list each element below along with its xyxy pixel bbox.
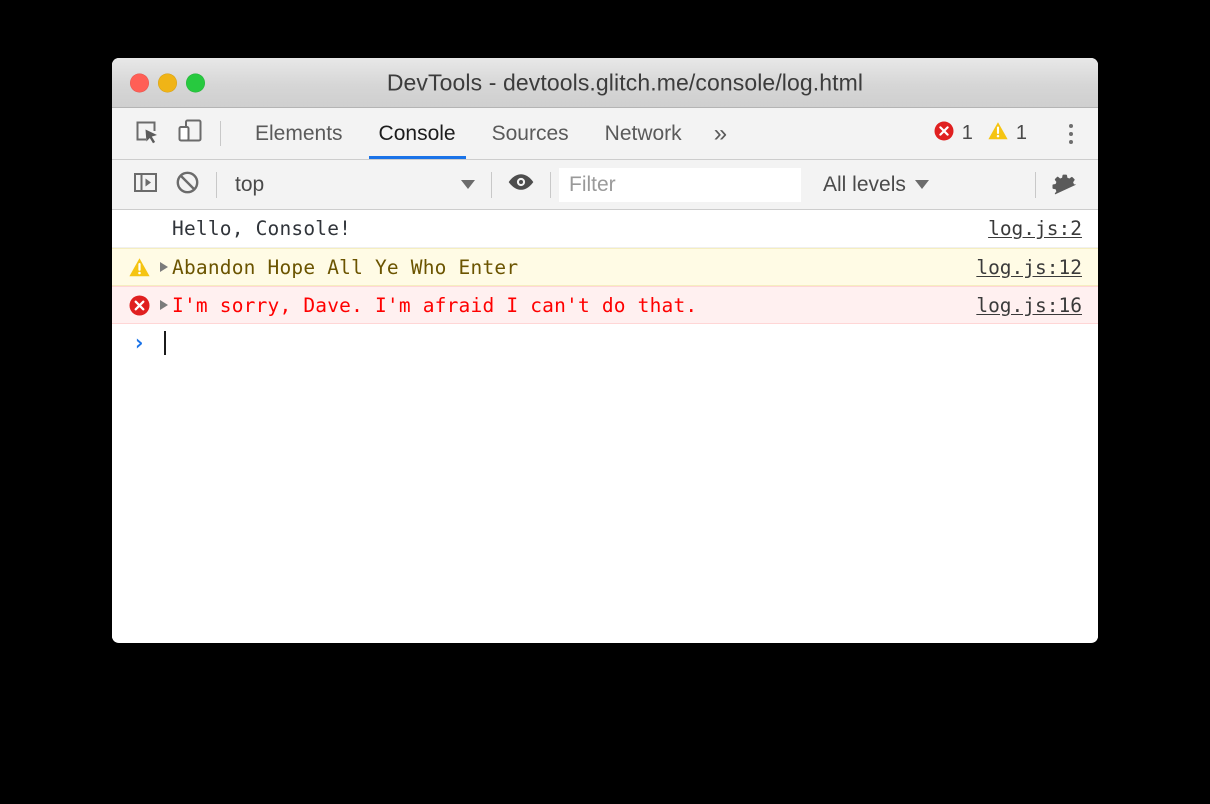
clear-console-button[interactable] [166, 164, 208, 206]
tab-sources-label: Sources [491, 121, 569, 145]
warning-count-badge[interactable]: 1 [987, 120, 1027, 148]
chevron-down-icon [914, 180, 929, 189]
tab-elements[interactable]: Elements [237, 108, 361, 159]
chevron-down-icon [461, 180, 475, 189]
kebab-menu-icon [1069, 123, 1073, 128]
devtools-window: DevTools - devtools.glitch.me/console/lo… [112, 58, 1098, 643]
execution-context-select[interactable]: top [225, 168, 483, 202]
tab-console-label: Console [378, 121, 456, 145]
tab-network[interactable]: Network [587, 108, 700, 159]
error-count-badge[interactable]: 1 [933, 120, 973, 148]
devtools-tabbar: Elements Console Sources Network » 1 1 [112, 108, 1098, 160]
console-message-error[interactable]: I'm sorry, Dave. I'm afraid I can't do t… [112, 286, 1098, 324]
expand-arrow-button[interactable] [156, 262, 172, 272]
tab-elements-label: Elements [255, 121, 343, 145]
console-message-log[interactable]: Hello, Console! log.js:2 [112, 210, 1098, 248]
log-level-select[interactable]: All levels [817, 168, 935, 202]
inspect-element-icon [133, 118, 159, 149]
error-circle-icon [933, 120, 955, 148]
console-message-source-link[interactable]: log.js:16 [976, 294, 1098, 317]
console-message-text: Hello, Console! [172, 217, 352, 240]
sidebar-panel-icon [133, 170, 158, 200]
prompt-text-caret [164, 331, 166, 355]
warning-count-label: 1 [1015, 122, 1027, 144]
more-tabs-button[interactable]: » [700, 108, 741, 159]
inspect-element-button[interactable] [124, 108, 168, 159]
console-prompt[interactable]: › [112, 324, 1098, 362]
tabbar-divider [220, 121, 221, 146]
triangle-right-icon [160, 262, 168, 272]
console-message-source-link[interactable]: log.js:2 [988, 217, 1098, 240]
main-menu-button[interactable] [1054, 117, 1088, 151]
console-message-source-link[interactable]: log.js:12 [976, 256, 1098, 279]
error-count-label: 1 [961, 122, 973, 144]
expand-arrow-button[interactable] [156, 300, 172, 310]
error-circle-icon [122, 294, 156, 317]
execution-context-value: top [235, 172, 265, 196]
console-sidebar-toggle-button[interactable] [124, 164, 166, 206]
tab-console[interactable]: Console [361, 108, 474, 159]
console-toolbar-divider [216, 171, 217, 198]
tab-sources[interactable]: Sources [474, 108, 587, 159]
live-expression-button[interactable] [500, 164, 542, 206]
console-toolbar-right [1027, 164, 1098, 206]
warning-triangle-icon [122, 256, 156, 279]
tab-network-label: Network [604, 121, 682, 145]
kebab-menu-icon [1069, 131, 1073, 136]
console-message-warning[interactable]: Abandon Hope All Ye Who Enter log.js:12 [112, 248, 1098, 286]
console-toolbar: top All levels [112, 160, 1098, 210]
device-toolbar-button[interactable] [168, 108, 212, 159]
clear-console-icon [175, 170, 200, 200]
console-settings-button[interactable] [1044, 164, 1086, 206]
console-toolbar-divider [1035, 171, 1036, 198]
panel-tabs: Elements Console Sources Network » [237, 108, 741, 159]
tabbar-status-area: 1 1 [933, 108, 1098, 159]
eye-icon [507, 172, 535, 197]
kebab-menu-icon [1069, 139, 1073, 144]
log-level-value: All levels [823, 172, 906, 196]
warning-triangle-icon [987, 120, 1009, 148]
console-message-list[interactable]: Hello, Console! log.js:2 Abandon Hope Al… [112, 210, 1098, 642]
device-toolbar-icon [177, 118, 203, 149]
window-titlebar: DevTools - devtools.glitch.me/console/lo… [112, 58, 1098, 108]
gear-icon [1052, 169, 1079, 201]
console-message-text: I'm sorry, Dave. I'm afraid I can't do t… [172, 293, 698, 317]
console-toolbar-divider [491, 171, 492, 198]
console-toolbar-divider [550, 171, 551, 198]
console-message-text: Abandon Hope All Ye Who Enter [172, 255, 519, 279]
chevron-double-right-icon: » [713, 119, 728, 147]
filter-input[interactable] [559, 167, 801, 202]
window-title: DevTools - devtools.glitch.me/console/lo… [386, 69, 864, 95]
prompt-chevron-icon: › [132, 330, 146, 356]
triangle-right-icon [160, 300, 168, 310]
